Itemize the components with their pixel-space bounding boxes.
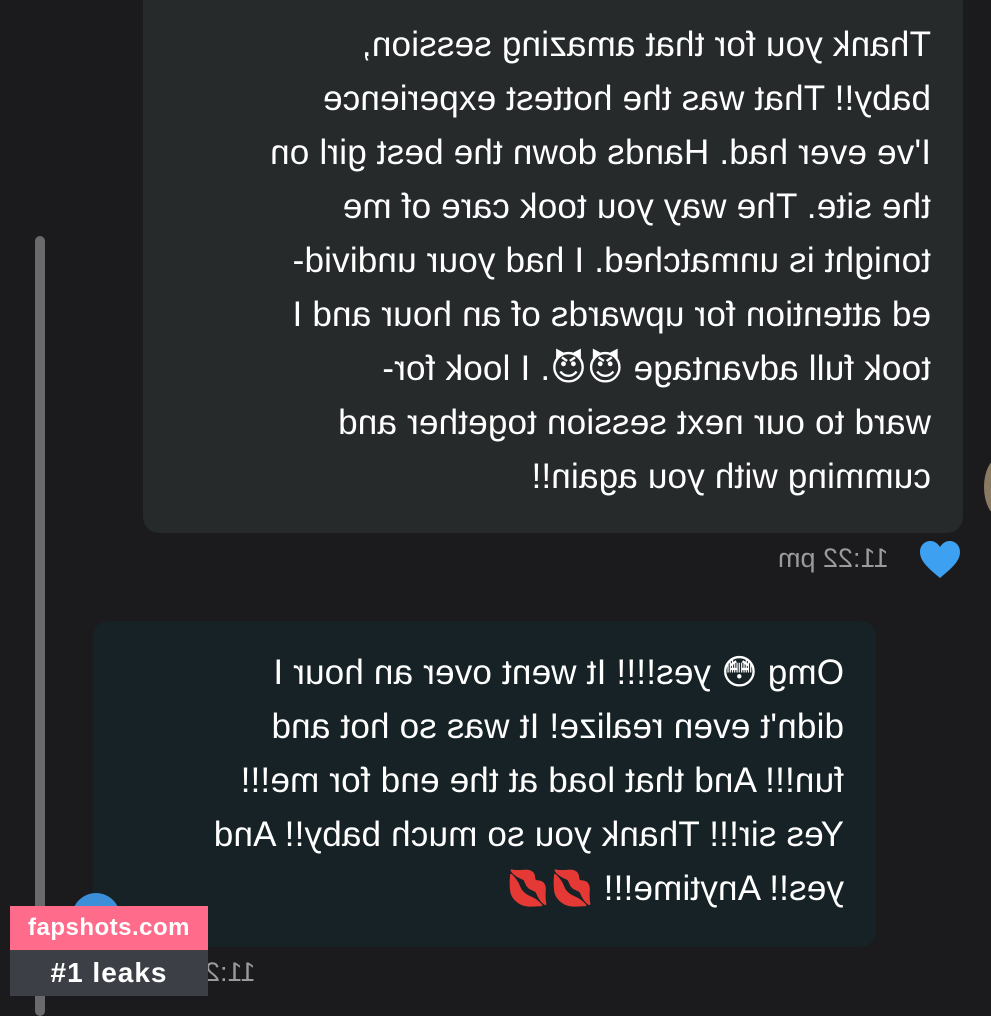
message-bubble-incoming[interactable]: Omg 😳 yes!!!! It went over an hour I did… — [93, 621, 876, 947]
scrollbar[interactable] — [35, 236, 45, 1016]
message-text: Omg 😳 yes!!!! It went over an hour I did… — [213, 653, 844, 908]
watermark-tag: #1 leaks — [10, 950, 208, 996]
watermark: fapshots.com #1 leaks — [10, 906, 208, 996]
message-timestamp: 11:22 pm — [778, 543, 889, 573]
watermark-site: fapshots.com — [10, 906, 208, 950]
message-bubble-outgoing[interactable]: Thank you for that amazing session, baby… — [143, 0, 963, 533]
message-text: Thank you for that amazing session, baby… — [269, 25, 931, 496]
heart-icon[interactable] — [918, 538, 962, 582]
avatar[interactable] — [984, 458, 991, 516]
message-timestamp: 11:2 — [205, 957, 256, 987]
